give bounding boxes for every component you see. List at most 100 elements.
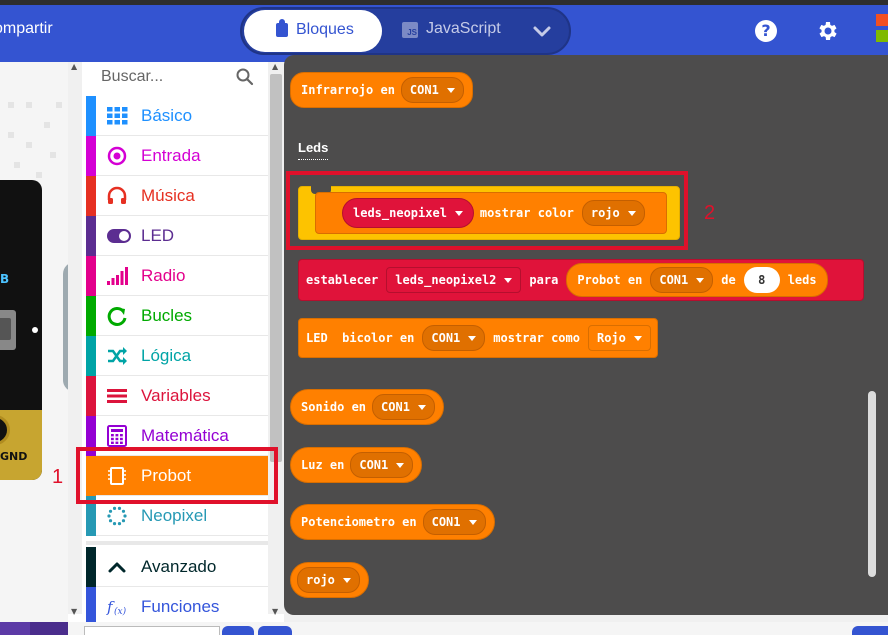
block-rojo[interactable]: rojo [290,562,369,598]
category-avanzado[interactable]: Avanzado [86,547,268,587]
category-color-bar [86,376,96,416]
block-luz[interactable]: Luz en CON1 [290,447,423,483]
port-dropdown[interactable]: CON1 [372,394,435,420]
scroll-down-icon[interactable]: ▼ [71,607,77,616]
category-label: Radio [141,266,186,285]
caret-down-icon [446,87,455,93]
status-dot [32,327,38,333]
caret-down-icon [468,519,477,525]
led-count-input[interactable]: 8 [743,267,780,293]
port-dropdown[interactable]: CON1 [650,267,714,293]
toolbox-search [90,62,268,94]
category-label: Básico [141,106,193,125]
dropdown-value: Rojo [596,331,626,345]
dropdown-value: CON1 [659,273,689,287]
gear-icon[interactable] [815,19,839,43]
scroll-up-icon[interactable]: ▲ [272,62,278,71]
category-label: LED [141,226,175,245]
block-potenciometro[interactable]: Potenciometro en CON1 [290,504,495,540]
dropdown-value: CON1 [359,458,389,472]
category-color-bar [86,216,96,256]
scroll-down-icon[interactable]: ▼ [272,607,278,616]
share-button[interactable]: ompartir [0,20,53,38]
color-dropdown[interactable]: Rojo [587,325,651,351]
scroll-up-icon[interactable]: ▲ [71,62,77,71]
category-color-bar [86,256,96,296]
dropdown-value: leds_neopixel2 [395,273,497,287]
category-basico[interactable]: Básico [86,96,268,136]
app-header: ompartir Bloques JS JavaScript ? [0,0,888,62]
loop-icon [106,305,128,327]
search-icon[interactable] [236,68,254,86]
category-label: Música [141,186,195,205]
brand-logo[interactable] [876,14,888,46]
toolbox-separator [86,541,268,545]
category-musica[interactable]: Música [86,176,268,216]
scrollbar-thumb[interactable] [270,74,282,462]
block-text: Infrarrojo en [301,83,395,97]
category-radio[interactable]: Radio [86,256,268,296]
bottom-bar [0,622,888,635]
language-dropdown-button[interactable] [524,16,560,46]
category-variables[interactable]: Variables [86,376,268,416]
dropdown-value: CON1 [431,515,461,529]
top-border [0,0,888,5]
github-button[interactable] [258,626,292,635]
tab-javascript[interactable]: JS JavaScript [402,20,501,38]
category-label: Lógica [141,346,192,365]
block-text: Luz en [301,458,345,472]
dropdown-value: CON1 [431,331,461,345]
category-led[interactable]: LED [86,216,268,256]
dropdown-value: rojo [306,573,335,587]
grid-icon [106,105,128,127]
function-icon: f (x) [106,596,128,618]
port-dropdown[interactable]: CON1 [422,325,486,351]
headphones-icon [106,185,128,207]
block-text: LED bicolor en [306,331,415,345]
variable-dropdown[interactable]: leds_neopixel2 [386,267,522,293]
tab-blocks[interactable]: Bloques [244,10,382,52]
toolbox-left-scrollbar[interactable]: ▲ ▼ [68,62,82,616]
project-name-input[interactable] [84,626,220,635]
block-text: para [529,273,559,287]
save-button[interactable] [222,626,254,635]
block-establecer[interactable]: establecer leds_neopixel2 para Probot en… [298,259,864,301]
probot-en-block[interactable]: Probot en CON1 de 8 leds [566,263,828,297]
category-bucles[interactable]: Bucles [86,296,268,336]
block-sonido[interactable]: Sonido en CON1 [290,389,444,425]
shuffle-icon [106,345,128,367]
help-icon[interactable]: ? [755,20,777,42]
category-label: Avanzado [141,557,217,576]
toolbox-scrollbar[interactable]: ▲ ▼ [268,62,284,616]
category-logica[interactable]: Lógica [86,336,268,376]
category-color-bar [86,136,96,176]
block-led-bicolor[interactable]: LED bicolor en CON1 mostrar como Rojo [298,318,658,358]
category-label: Neopixel [141,506,208,525]
port-dropdown[interactable]: CON1 [350,452,414,478]
section-label-leds: Leds [298,140,329,160]
category-color-bar [86,336,96,376]
caret-down-icon [633,335,642,341]
highlight-box-1 [76,447,278,504]
tab-javascript-label: JavaScript [426,20,501,37]
category-label: Matemática [141,426,229,445]
download-more-button[interactable] [30,622,68,635]
category-color-bar [86,176,96,216]
category-color-bar [86,296,96,336]
dots-ring-icon [106,505,128,527]
undo-button[interactable] [852,626,888,635]
category-entrada[interactable]: Entrada [86,136,268,176]
port-dropdown[interactable]: CON1 [400,77,464,103]
block-infrarrojo[interactable]: Infrarrojo en CON1 [290,72,473,108]
button-b[interactable] [0,310,16,350]
block-text: Sonido en [301,400,367,414]
block-text: mostrar como [493,331,580,345]
category-color-bar [86,96,96,136]
category-funciones[interactable]: f (x) Funciones [86,587,268,627]
block-text: de [721,273,736,287]
color-dropdown[interactable]: rojo [297,567,360,593]
flyout-scrollbar[interactable] [868,391,876,577]
block-text: establecer [306,273,379,287]
caret-down-icon [396,462,405,468]
port-dropdown[interactable]: CON1 [422,509,486,535]
